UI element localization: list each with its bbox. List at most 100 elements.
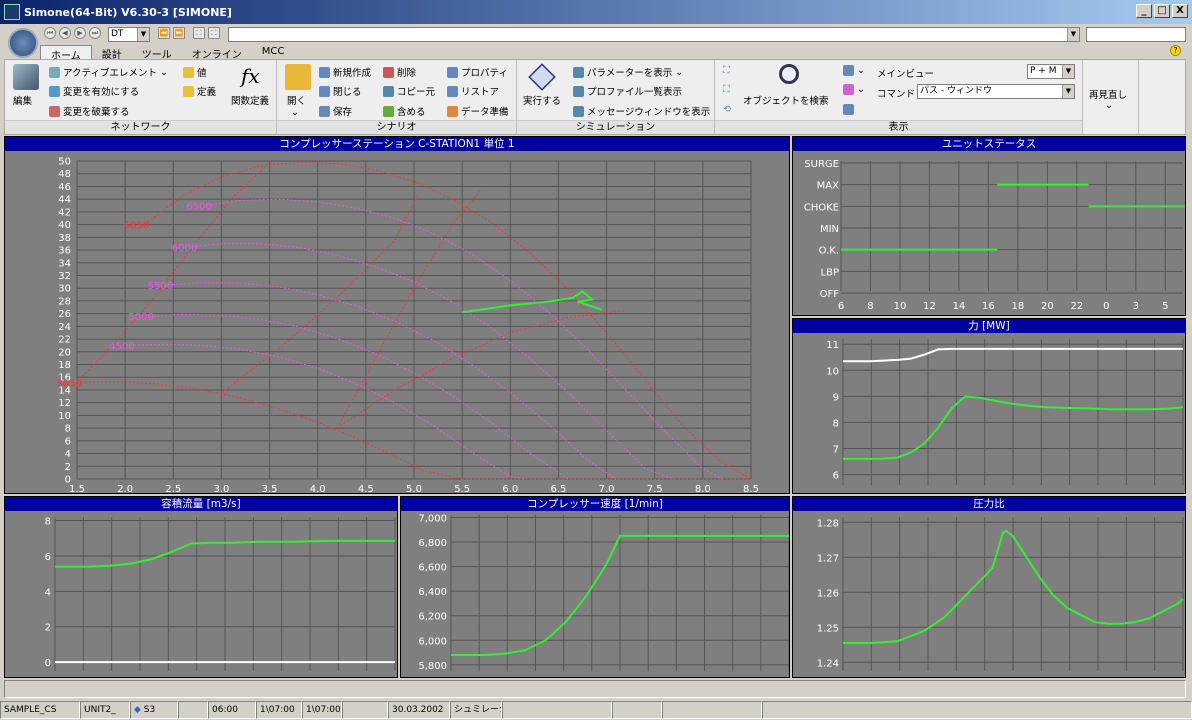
new-icon xyxy=(319,66,330,78)
x-tick-label: 2.5 xyxy=(165,484,181,494)
status-time-c: 1\07:00| xyxy=(302,701,342,719)
review-button[interactable]: 再見直し xyxy=(1089,87,1127,101)
aux-input[interactable] xyxy=(1086,27,1186,42)
y-tick-label: 1.26 xyxy=(817,588,839,599)
x-tick-label: 7.0 xyxy=(599,484,615,494)
status-network: SAMPLE_CS xyxy=(0,701,80,719)
message-strip xyxy=(4,680,1186,698)
zoom-reset-icon[interactable]: ⟲ xyxy=(723,104,731,115)
operating-path xyxy=(461,290,603,314)
mode-select[interactable]: DT ▼ xyxy=(108,27,150,42)
main-view-select[interactable]: P + M ▼ xyxy=(1027,64,1075,79)
enable-changes-button[interactable]: 変更を有効にする xyxy=(49,84,139,98)
message-window-label: メッセージウィンドウを表示 xyxy=(587,107,711,118)
open-button[interactable]: 開く xyxy=(287,93,306,107)
save-button[interactable]: 保存 xyxy=(319,104,352,118)
value-button[interactable]: 値 xyxy=(183,65,207,79)
x-tick-label: 6.5 xyxy=(550,484,566,494)
y-tick-label: 8 xyxy=(65,424,71,435)
unit-status-title: ユニットステータス xyxy=(793,137,1185,151)
properties-button[interactable]: プロパティ xyxy=(447,65,508,79)
back-icon[interactable]: ◀ xyxy=(59,27,71,39)
active-element-label: アクティブエレメント xyxy=(63,68,157,79)
view-option-b[interactable]: ⌄ xyxy=(843,84,865,95)
step-forward-icon[interactable]: ⏩ xyxy=(173,27,185,39)
y-tick-label: 28 xyxy=(58,296,71,307)
unit-status-panel: ユニットステータス 6 8 10 12 14 16 18 20 22 0 3 5 SURGE MAX CHO… xyxy=(792,136,1186,316)
y-tick-label: 6,000 xyxy=(418,636,447,647)
data-prep-button[interactable]: データ準備 xyxy=(447,104,509,118)
profile-list-button[interactable]: プロファイル一覧表示 xyxy=(573,84,682,98)
search-object-button[interactable]: オブジェクトを検索 xyxy=(743,93,829,107)
y-tick-label: 30 xyxy=(58,284,71,295)
discard-changes-icon xyxy=(49,105,60,117)
minimize-button[interactable]: _ xyxy=(1136,4,1152,18)
path-input[interactable]: ▼ xyxy=(228,27,1080,42)
y-tick-label: 6 xyxy=(45,552,51,563)
status-empty-d xyxy=(612,701,662,719)
new-button[interactable]: 新規作成 xyxy=(319,65,371,79)
y-tick-label: 0 xyxy=(65,475,71,486)
first-icon[interactable]: ⏮ xyxy=(44,27,56,39)
view-option-c[interactable] xyxy=(843,104,854,115)
status-empty-a xyxy=(178,701,208,719)
view-option-a[interactable]: ⌄ xyxy=(843,65,865,76)
chevron-down-icon: ▼ xyxy=(1062,65,1074,78)
y-tick-label: 10 xyxy=(826,366,839,377)
y-tick-label: 1.24 xyxy=(817,658,839,669)
collapse-icon[interactable]: ⛶ xyxy=(208,27,220,39)
y-tick-label: 11 xyxy=(826,340,839,351)
command-value: パス - ウィンドウ xyxy=(920,86,992,96)
zoom-all-icon[interactable]: ⛶ xyxy=(723,84,730,95)
last-icon[interactable]: ⏭ xyxy=(89,27,101,39)
function-def-button[interactable]: 関数定義 xyxy=(231,93,269,107)
command-select[interactable]: パス - ウィンドウ ▼ xyxy=(917,84,1075,99)
message-window-button[interactable]: メッセージウィンドウを表示 xyxy=(573,104,710,118)
status-date: 30.03.2002 xyxy=(388,701,450,719)
view-b-icon xyxy=(843,84,854,95)
close-button[interactable]: X xyxy=(1172,4,1188,18)
y-tick-label: 1.28 xyxy=(817,518,839,529)
edit-button[interactable]: 編集 xyxy=(13,93,32,107)
close-scenario-button[interactable]: 閉じる xyxy=(319,84,362,98)
forward-icon[interactable]: ▶ xyxy=(74,27,86,39)
copy-from-button[interactable]: コピー元 xyxy=(383,84,435,98)
group-label-display: 表示 xyxy=(715,120,1082,134)
x-tick-label: 3.0 xyxy=(213,484,229,494)
expand-icon[interactable]: ⛶ xyxy=(193,27,205,39)
y-tick-label: 20 xyxy=(58,347,71,358)
y-tick-label: 34 xyxy=(58,258,71,269)
show-params-button[interactable]: パラメーターを表示 ⌄ xyxy=(573,65,683,79)
data-prep-icon xyxy=(447,105,458,117)
maximize-button[interactable]: □ xyxy=(1154,4,1170,18)
chevron-down-icon: ⌄ xyxy=(675,66,684,78)
y-tick-label: 48 xyxy=(58,169,71,180)
definition-button[interactable]: 定義 xyxy=(183,84,216,98)
x-tick-label: 6 xyxy=(838,301,844,312)
state-label-MIN: MIN xyxy=(820,224,839,235)
delete-button[interactable]: 削除 xyxy=(383,65,416,79)
y-tick-label: 7 xyxy=(833,445,839,456)
quick-access-toolbar: ⏮ ◀ ▶ ⏭ DT ▼ ⏪ ⏩ ⛶ ⛶ ▼ xyxy=(0,24,1192,44)
status-unit: UNIT2_ xyxy=(80,701,130,719)
main-view-value: P + M xyxy=(1030,66,1057,76)
discard-changes-button[interactable]: 変更を破棄する xyxy=(49,104,130,118)
y-tick-label: 38 xyxy=(58,233,71,244)
active-element-button[interactable]: アクティブエレメント ⌄ xyxy=(49,65,168,79)
copy-from-label: コピー元 xyxy=(397,87,436,98)
x-tick-label: 0 xyxy=(1103,301,1109,312)
run-button[interactable]: 実行する xyxy=(523,93,561,107)
y-tick-label: 24 xyxy=(58,322,71,333)
step-back-icon[interactable]: ⏪ xyxy=(158,27,170,39)
compressor-map-title: コンプレッサーステーション C-STATION1 単位 1 xyxy=(5,137,789,151)
help-icon[interactable]: ? xyxy=(1170,45,1181,56)
restore-button[interactable]: リストア xyxy=(447,84,499,98)
power-title: 力 [MW] xyxy=(793,319,1185,333)
y-tick-label: 0 xyxy=(45,658,51,669)
zoom-fit-icon[interactable]: ⛶ xyxy=(723,65,730,76)
x-tick-label: 5.5 xyxy=(454,484,470,494)
speed-panel: コンプレッサー速度 [1/min] 5,800 6,000 6,200 6,400 6,… xyxy=(400,496,790,678)
delete-label: 削除 xyxy=(397,68,417,79)
include-button[interactable]: 含める xyxy=(383,104,426,118)
value-label: 値 xyxy=(197,68,207,79)
